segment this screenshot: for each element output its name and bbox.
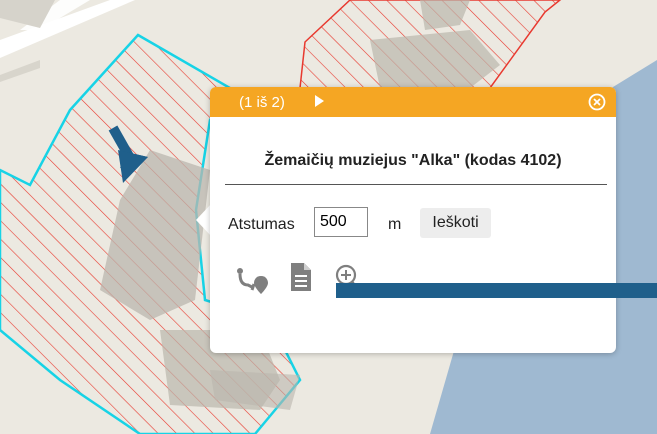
arrow-annotation-bar xyxy=(336,283,657,298)
feature-title: Žemaičių muziejus "Alka" (kodas 4102) xyxy=(264,152,562,169)
distance-input[interactable] xyxy=(314,207,368,237)
popup-pointer xyxy=(196,204,211,236)
close-icon[interactable] xyxy=(587,92,607,112)
document-icon[interactable] xyxy=(289,261,313,293)
divider xyxy=(225,184,607,185)
pager-label: (1 iš 2) xyxy=(239,94,285,111)
unit-label: m xyxy=(388,216,402,233)
popup-header: (1 iš 2) xyxy=(210,87,616,117)
route-icon[interactable] xyxy=(234,263,270,297)
search-button[interactable]: Ieškoti xyxy=(420,208,491,238)
next-arrow-icon[interactable] xyxy=(315,95,324,107)
feature-popup: (1 iš 2) Žemaičių muziejus "Alka" (kodas… xyxy=(210,87,616,353)
distance-label: Atstumas xyxy=(228,216,295,233)
